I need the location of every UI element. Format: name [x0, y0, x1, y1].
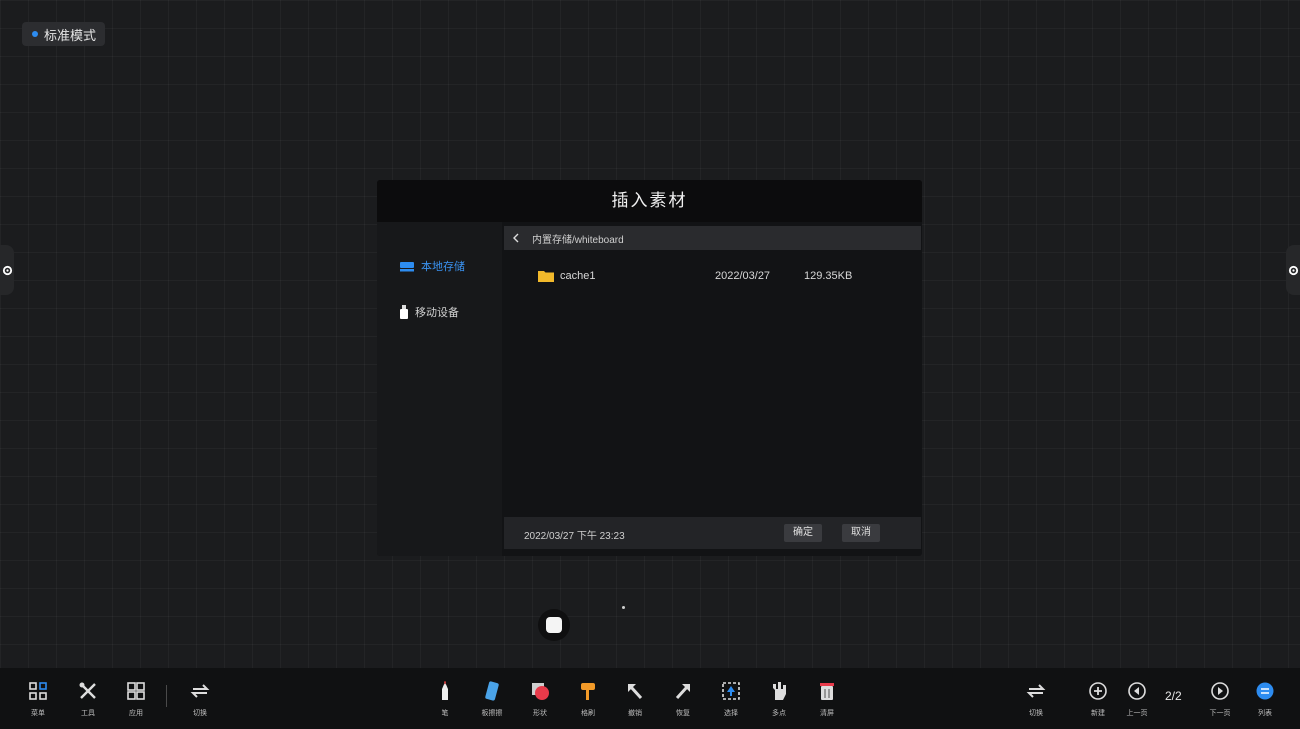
toolbar-button-select[interactable]: 选择: [713, 676, 749, 718]
sidebar-item-removable[interactable]: 移动设备: [399, 304, 459, 320]
confirm-button[interactable]: 确定: [784, 524, 822, 542]
new-page-icon: [1089, 682, 1107, 700]
prev-page-icon: [1128, 682, 1146, 700]
list-item[interactable]: cache1 2022/03/27 129.35KB: [504, 266, 921, 288]
undo-icon: [628, 684, 643, 700]
toolbar-button-label: 格刷: [581, 710, 595, 717]
toolbar-button-redo[interactable]: 恢复: [665, 676, 701, 718]
tools-icon: [79, 682, 96, 699]
toolbar-button-label: 撤销: [628, 710, 642, 717]
toolbar-button-label: 选择: [724, 710, 738, 717]
toolbar-button-label: 笔: [441, 710, 449, 717]
toolbar-button-label: 列表: [1258, 710, 1272, 717]
file-date: 2022/03/27: [715, 270, 771, 282]
bottom-toolbar: 菜单 工具 应用 切换 笔 板擦擦 形状 格刷 撤销 恢复 选择 多点 清屏 切…: [0, 668, 1300, 729]
clear-icon: [820, 683, 834, 700]
floating-menu-button[interactable]: [538, 609, 570, 641]
brush-icon: [581, 683, 595, 700]
drive-icon: [400, 261, 414, 271]
toolbar-button-label: 下一页: [1209, 710, 1231, 717]
toolbar-button-apps[interactable]: 应用: [118, 676, 154, 718]
apps-icon: [127, 682, 145, 700]
toolbar-button-new-page[interactable]: 新建: [1080, 676, 1116, 718]
switch-icon: [1026, 684, 1046, 698]
toolbar-button-label: 板擦擦: [481, 710, 503, 717]
insert-material-dialog: 插入素材 本地存储 移动设备 内置存储/whiteboard cache1 20…: [377, 180, 922, 556]
menu-grid-icon: [29, 682, 47, 700]
sidebar-item-local-storage[interactable]: 本地存储: [399, 258, 465, 274]
toolbar-button-shape[interactable]: 形状: [522, 676, 558, 718]
toolbar-button-label: 多点: [772, 710, 786, 717]
toolbar-button-label: 切换: [193, 710, 207, 717]
toolbar-button-undo[interactable]: 撤销: [617, 676, 653, 718]
usb-icon: [400, 305, 408, 319]
toolbar-button-label: 形状: [533, 710, 547, 717]
floating-menu-icon: [546, 617, 562, 633]
page-indicator: 2/2: [1165, 689, 1182, 703]
toolbar-button-pen[interactable]: 笔: [427, 676, 463, 718]
toolbar-button-clear[interactable]: 清屏: [809, 676, 845, 718]
toolbar-button-eraser[interactable]: 板擦擦: [474, 676, 510, 718]
toolbar-button-prev-page[interactable]: 上一页: [1119, 676, 1155, 718]
toolbar-button-label: 应用: [129, 710, 143, 717]
right-settings-tab[interactable]: [1286, 245, 1300, 295]
canvas-dot: [622, 606, 625, 609]
toolbar-button-label: 新建: [1091, 710, 1105, 717]
toolbar-button-switch[interactable]: 切换: [182, 676, 218, 718]
cancel-button[interactable]: 取消: [842, 524, 880, 542]
toolbar-button-multitouch[interactable]: 多点: [761, 676, 797, 718]
switch-icon: [190, 684, 210, 698]
eraser-icon: [485, 681, 499, 701]
chevron-left-icon[interactable]: [510, 232, 522, 244]
toolbar-button-next-page[interactable]: 下一页: [1202, 676, 1238, 718]
select-icon: [722, 682, 740, 700]
current-path: 内置存储/whiteboard: [532, 234, 624, 246]
file-size: 129.35KB: [804, 270, 853, 282]
pen-icon: [442, 681, 448, 700]
next-page-icon: [1211, 682, 1229, 700]
gear-icon: [1288, 265, 1298, 275]
toolbar-button-label: 上一页: [1126, 710, 1148, 717]
sidebar-item-label: 移动设备: [415, 307, 459, 319]
toolbar-button-switch-right[interactable]: 切换: [1018, 676, 1054, 718]
gear-icon: [2, 265, 12, 275]
toolbar-button-menu[interactable]: 菜单: [20, 676, 56, 718]
dialog-title: 插入素材: [377, 180, 922, 222]
footer-timestamp: 2022/03/27 下午 23:23: [524, 531, 625, 542]
sidebar-item-label: 本地存储: [421, 261, 465, 273]
mode-status-dot: [32, 31, 38, 37]
shape-icon: [532, 683, 549, 700]
breadcrumb: 内置存储/whiteboard: [504, 226, 921, 250]
hand-icon: [773, 682, 786, 700]
toolbar-button-label: 切换: [1029, 710, 1043, 717]
redo-icon: [675, 684, 690, 700]
mode-label: 标准模式: [44, 27, 97, 43]
toolbar-divider: [166, 685, 167, 707]
toolbar-button-tools[interactable]: 工具: [70, 676, 106, 718]
mode-badge[interactable]: 标准模式: [22, 22, 106, 46]
toolbar-button-label: 工具: [81, 710, 95, 717]
folder-icon: [538, 271, 554, 282]
toolbar-button-label: 菜单: [31, 710, 45, 717]
dialog-footer: 2022/03/27 下午 23:23 确定 取消: [504, 517, 921, 549]
file-name: cache1: [560, 270, 596, 282]
toolbar-button-brush[interactable]: 格刷: [570, 676, 606, 718]
toolbar-button-label: 清屏: [820, 710, 834, 717]
left-settings-tab[interactable]: [0, 245, 14, 295]
toolbar-button-page-list[interactable]: 列表: [1247, 676, 1283, 718]
toolbar-button-label: 恢复: [676, 710, 690, 717]
page-list-icon: [1256, 682, 1274, 700]
